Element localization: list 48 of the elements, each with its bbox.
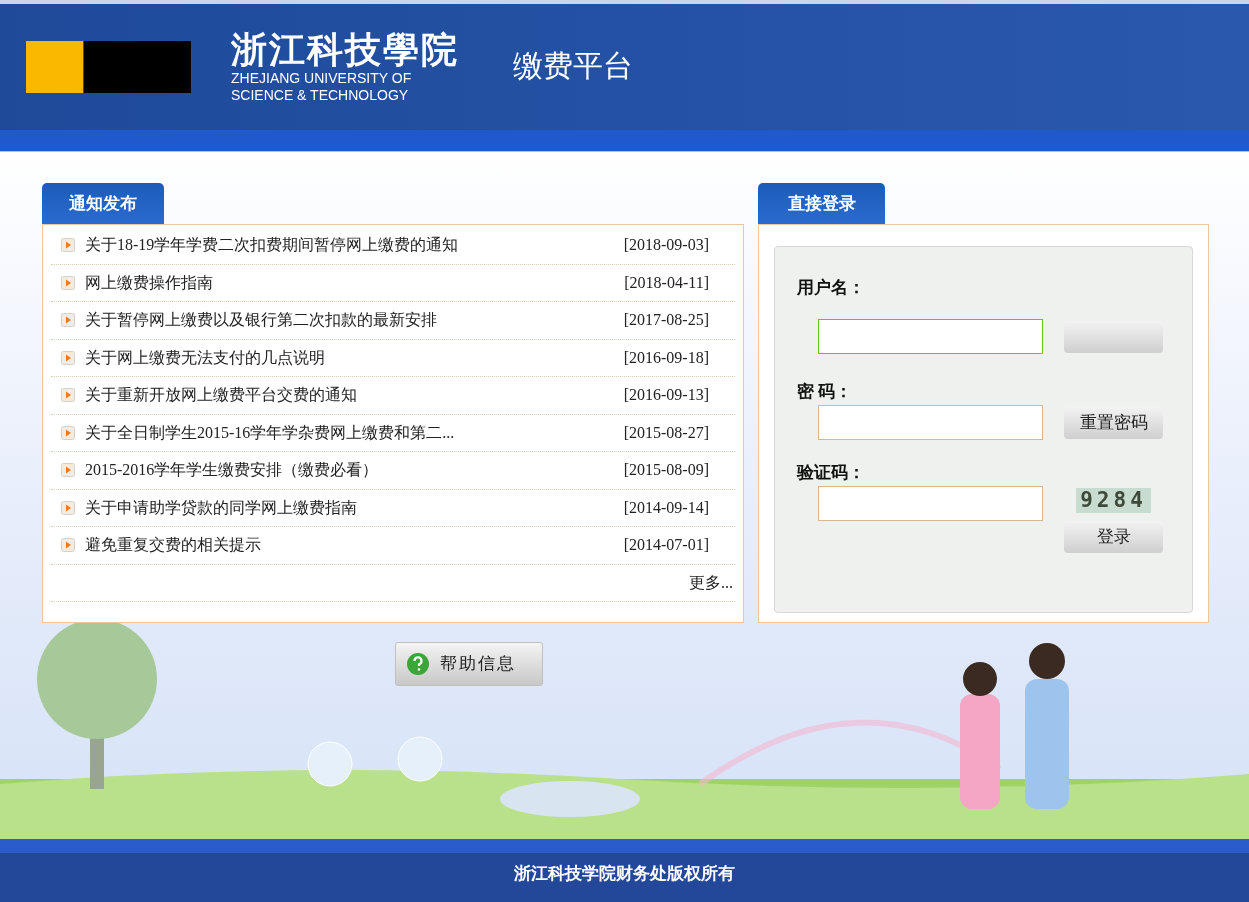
notice-tab[interactable]: 通知发布 [42,183,164,224]
notice-link[interactable]: 关于申请助学贷款的同学网上缴费指南 [85,495,624,520]
blank-button[interactable] [1064,321,1163,353]
bullet-icon [61,238,75,253]
notice-link[interactable]: 关于全日制学生2015-16学年学杂费网上缴费和第二... [85,420,624,445]
bullet-icon [61,463,75,478]
field-label: 密 码： [797,381,854,403]
notice-link[interactable]: 避免重复交费的相关提示 [85,533,624,558]
notice-date: [2018-09-03] [623,235,709,256]
notice-date: [2015-08-09] [623,460,709,481]
notice-date: [2015-08-27] [623,422,709,443]
notice-link[interactable]: 2015-2016学年学生缴费安排（缴费必看） [85,458,624,483]
help-button[interactable]: 帮助信息 [395,642,543,686]
copyright-text: 浙江科技学院财务处版权所有 [514,862,735,885]
notice-link[interactable]: 关于暂停网上缴费以及银行第二次扣款的最新安排 [85,308,624,333]
input-field[interactable] [818,405,1043,440]
notice-date: [2014-09-14] [623,497,709,518]
bullet-icon [61,350,75,365]
notice-date: [2017-08-25] [623,310,709,331]
school-name-english: ZHEJIANG UNIVERSITY OF [231,70,413,87]
captcha-image: 9284 [1076,488,1151,513]
notice-link[interactable]: 关于网上缴费无法支付的几点说明 [85,345,624,370]
input-field[interactable] [818,486,1043,521]
bullet-icon [61,500,75,515]
help-icon [406,652,430,676]
platform-title: 缴费平台 [513,46,633,85]
notice-date: [2014-07-01] [623,535,709,556]
input-field[interactable] [818,319,1043,354]
school-name: 浙江科技學院 [231,30,459,70]
field-label: 用户名： [797,277,866,299]
notice-date: [2018-04-11] [624,272,709,293]
logo-icon [26,41,191,93]
bullet-icon [61,425,75,440]
reset-password-button[interactable]: 重置密码 [1064,407,1163,439]
bullet-icon [61,538,75,553]
field-label: 验证码： [797,462,866,484]
more-link[interactable]: 更多... [689,570,735,595]
bullet-icon [61,275,75,290]
login-tab[interactable]: 直接登录 [758,183,885,224]
school-name-english: SCIENCE & TECHNOLOGY [231,87,410,104]
notice-link[interactable]: 关于18-19学年学费二次扣费期间暂停网上缴费的通知 [85,233,624,258]
notice-link[interactable]: 关于重新开放网上缴费平台交费的通知 [85,383,624,408]
notice-date: [2016-09-13] [623,385,709,406]
bullet-icon [61,388,75,403]
notice-link[interactable]: 网上缴费操作指南 [85,270,625,295]
login-button[interactable]: 登录 [1064,521,1163,553]
notice-date: [2016-09-18] [623,347,709,368]
bullet-icon [61,313,75,328]
